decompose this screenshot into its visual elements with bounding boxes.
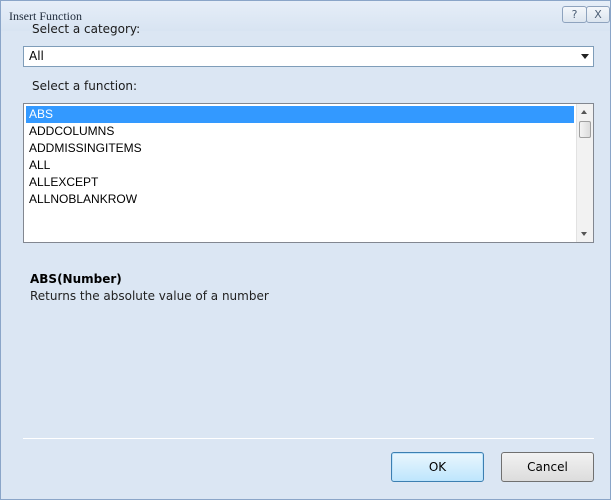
category-label: Select a category: [32, 22, 141, 36]
scroll-down-arrow-icon[interactable] [581, 232, 587, 236]
function-list-item[interactable]: ADDCOLUMNS [26, 123, 574, 140]
function-list: ABS ADDCOLUMNS ADDMISSINGITEMS ALL ALLEX… [26, 106, 574, 208]
category-selected-value: All [29, 49, 44, 63]
insert-function-dialog: Insert Function ? X [0, 0, 611, 500]
category-dropdown[interactable]: All [23, 46, 594, 67]
function-list-scrollbar[interactable] [576, 104, 593, 242]
close-button[interactable]: X [586, 6, 610, 23]
scrollbar-thumb[interactable] [579, 121, 591, 138]
scroll-up-arrow-icon[interactable] [581, 110, 587, 114]
function-list-item[interactable]: ABS [26, 106, 574, 123]
function-label: Select a function: [32, 79, 138, 93]
help-icon: ? [571, 8, 578, 21]
cancel-button[interactable]: Cancel [501, 452, 594, 482]
function-list-item[interactable]: ALLNOBLANKROW [26, 191, 574, 208]
chevron-down-icon[interactable] [581, 54, 589, 59]
ok-button[interactable]: OK [391, 452, 484, 482]
function-list-item[interactable]: ALLEXCEPT [26, 174, 574, 191]
function-list-item[interactable]: ADDMISSINGITEMS [26, 140, 574, 157]
function-listbox[interactable]: ABS ADDCOLUMNS ADDMISSINGITEMS ALL ALLEX… [23, 103, 594, 243]
function-signature: ABS(Number) [30, 272, 122, 286]
function-description: Returns the absolute value of a number [30, 289, 269, 303]
function-list-item[interactable]: ALL [26, 157, 574, 174]
help-button[interactable]: ? [562, 6, 587, 23]
close-icon: X [594, 8, 602, 21]
footer-divider [23, 438, 594, 439]
